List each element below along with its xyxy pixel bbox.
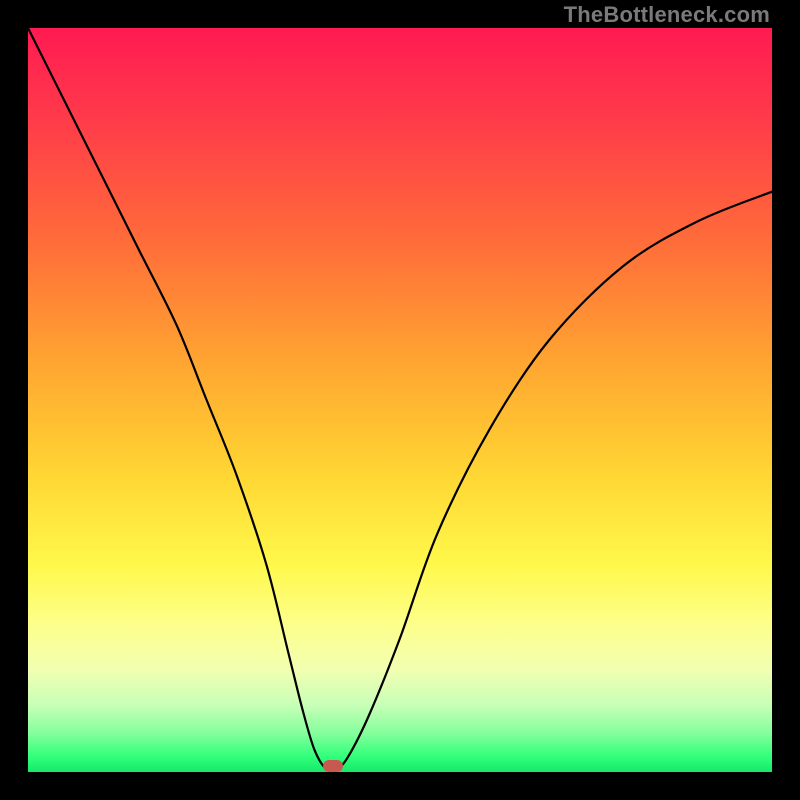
minimum-marker (323, 760, 343, 772)
bottleneck-curve (28, 28, 772, 770)
watermark-text: TheBottleneck.com (564, 2, 770, 28)
chart-frame: TheBottleneck.com (0, 0, 800, 800)
plot-area (28, 28, 772, 772)
curve-svg (28, 28, 772, 772)
